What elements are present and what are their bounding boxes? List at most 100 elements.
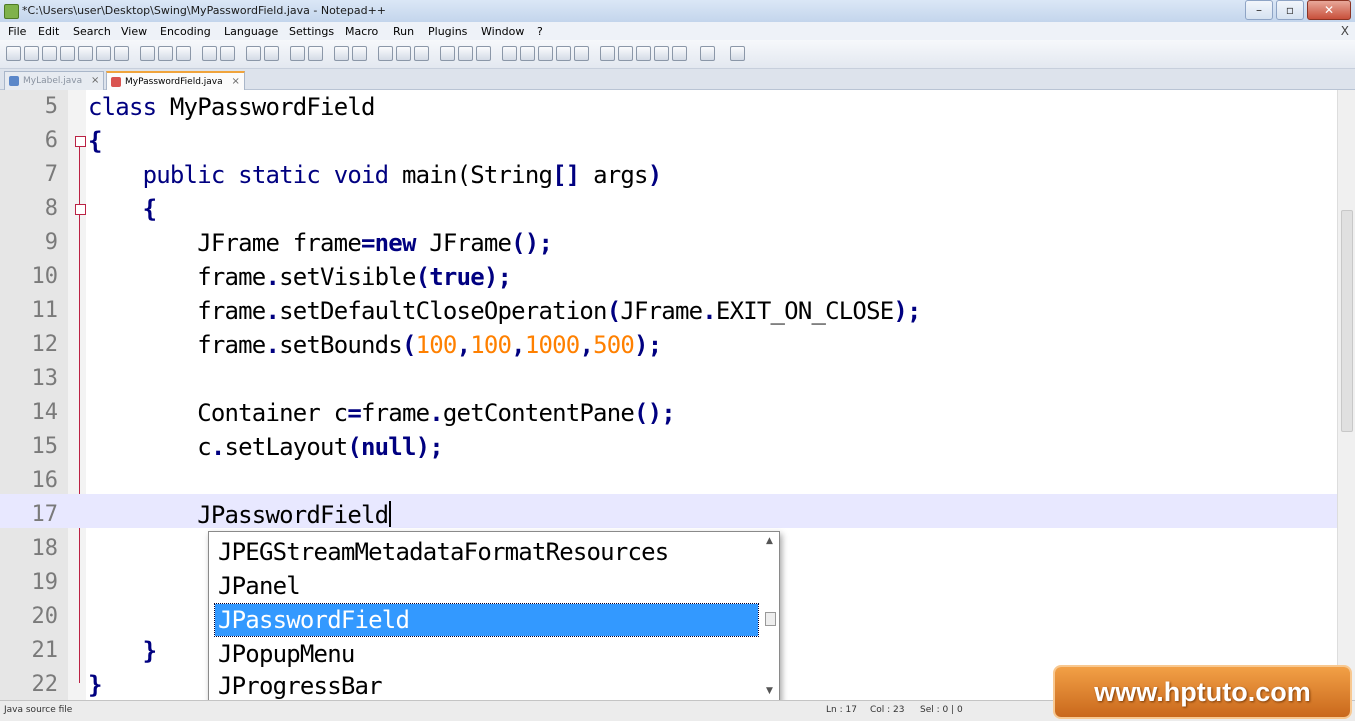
code-line[interactable]: 10 frame.setVisible(true); <box>0 260 1338 294</box>
menu-macro[interactable]: Macro <box>345 25 378 38</box>
sync-vertical-icon[interactable] <box>334 46 349 61</box>
run-icon[interactable] <box>700 46 715 61</box>
stop-icon[interactable] <box>618 46 633 61</box>
copy-icon[interactable] <box>158 46 173 61</box>
code-text: { <box>88 195 157 223</box>
fast-forward-icon[interactable] <box>654 46 669 61</box>
code-line[interactable]: 8 { <box>0 192 1338 226</box>
code-line[interactable]: 15 c.setLayout(null); <box>0 430 1338 464</box>
menu-edit[interactable]: Edit <box>38 25 59 38</box>
save-all-icon[interactable] <box>60 46 75 61</box>
sync-horizontal-icon[interactable] <box>352 46 367 61</box>
user-lang-icon[interactable] <box>440 46 455 61</box>
current-code-line[interactable]: 17 JPasswordField <box>0 494 1338 529</box>
code-text: public static void main(String[] args) <box>142 161 663 189</box>
doc-close-icon[interactable]: X <box>1341 24 1349 38</box>
menu-plugins[interactable]: Plugins <box>428 25 467 38</box>
code-line[interactable]: 9 JFrame frame=new JFrame(); <box>0 226 1338 260</box>
autocomplete-item-selected[interactable]: JPasswordField <box>214 603 759 637</box>
stop-macro-icon[interactable] <box>520 46 535 61</box>
plugin-icon[interactable] <box>730 46 745 61</box>
open-file-icon[interactable] <box>24 46 39 61</box>
play-icon[interactable] <box>636 46 651 61</box>
tab-close-icon[interactable]: × <box>232 73 240 91</box>
menu-file[interactable]: File <box>8 25 26 38</box>
doc-map-icon[interactable] <box>458 46 473 61</box>
rec-icon[interactable] <box>600 46 615 61</box>
code-line[interactable]: 7 public static void main(String[] args) <box>0 158 1338 192</box>
code-line[interactable]: 5 class MyPasswordField <box>0 90 1338 124</box>
code-text: frame.setBounds(100,100,1000,500); <box>88 331 662 359</box>
fold-toggle-icon[interactable] <box>75 136 86 147</box>
scroll-up-icon[interactable]: ▲ <box>766 536 773 546</box>
close-file-icon[interactable] <box>78 46 93 61</box>
line-number: 17 <box>31 502 59 527</box>
tab-mylabel[interactable]: MyLabel.java × <box>4 71 105 90</box>
close-button[interactable]: ✕ <box>1307 0 1351 20</box>
paste-icon[interactable] <box>176 46 191 61</box>
menu-help[interactable]: ? <box>537 25 543 38</box>
autocomplete-item[interactable]: JProgressBar <box>215 670 758 702</box>
line-number: 8 <box>44 196 58 221</box>
watermark-text: www.hptuto.com <box>1094 677 1311 707</box>
menu-language[interactable]: Language <box>224 25 278 38</box>
file-type-label: Java source file <box>4 705 73 715</box>
minimize-button[interactable]: – <box>1245 0 1273 20</box>
maximize-button[interactable]: ▫ <box>1276 0 1304 20</box>
code-text: } <box>88 637 157 665</box>
tab-mypasswordfield[interactable]: MyPasswordField.java × <box>106 71 245 91</box>
zoom-out-icon[interactable] <box>308 46 323 61</box>
code-line[interactable]: 16 <box>0 464 1338 498</box>
zoom-in-icon[interactable] <box>290 46 305 61</box>
code-line[interactable]: 14 Container c=frame.getContentPane(); <box>0 396 1338 430</box>
function-list-icon[interactable] <box>476 46 491 61</box>
line-number: 18 <box>31 536 59 561</box>
redo-icon[interactable] <box>220 46 235 61</box>
menu-run[interactable]: Run <box>393 25 414 38</box>
file-saved-icon <box>9 76 19 86</box>
replace-icon[interactable] <box>264 46 279 61</box>
close-all-icon[interactable] <box>96 46 111 61</box>
scroll-thumb[interactable] <box>1341 210 1353 432</box>
line-number: 9 <box>44 230 58 255</box>
play-multiple-icon[interactable] <box>556 46 571 61</box>
line-number: 7 <box>44 162 58 187</box>
word-wrap-icon[interactable] <box>378 46 393 61</box>
undo-icon[interactable] <box>202 46 217 61</box>
save-icon[interactable] <box>42 46 57 61</box>
record-macro-icon[interactable] <box>502 46 517 61</box>
fold-toggle-icon[interactable] <box>75 204 86 215</box>
line-number: 10 <box>31 264 59 289</box>
code-line[interactable]: 13 <box>0 362 1338 396</box>
code-line[interactable]: 11 frame.setDefaultCloseOperation(JFrame… <box>0 294 1338 328</box>
autocomplete-item[interactable]: JPopupMenu <box>215 638 758 670</box>
vertical-scrollbar[interactable] <box>1337 90 1355 700</box>
menu-settings[interactable]: Settings <box>289 25 334 38</box>
autocomplete-item[interactable]: JPEGStreamMetadataFormatResources <box>215 536 758 568</box>
show-all-chars-icon[interactable] <box>396 46 411 61</box>
macro-save-icon[interactable] <box>672 46 687 61</box>
menu-search[interactable]: Search <box>73 25 111 38</box>
autocomplete-scrollbar[interactable]: ▲ ▼ <box>763 536 777 696</box>
keyword-class: class <box>88 93 157 121</box>
toolbar <box>0 40 1355 69</box>
indent-guide-icon[interactable] <box>414 46 429 61</box>
print-icon[interactable] <box>114 46 129 61</box>
new-file-icon[interactable] <box>6 46 21 61</box>
line-position: Ln : 17 <box>826 705 857 715</box>
find-icon[interactable] <box>246 46 261 61</box>
code-text: frame.setDefaultCloseOperation(JFrame.EX… <box>88 297 921 325</box>
play-macro-icon[interactable] <box>538 46 553 61</box>
menu-encoding[interactable]: Encoding <box>160 25 211 38</box>
autocomplete-item[interactable]: JPanel <box>215 570 758 602</box>
code-line[interactable]: 6 { <box>0 124 1338 158</box>
menu-window[interactable]: Window <box>481 25 524 38</box>
autocomplete-popup[interactable]: JPEGStreamMetadataFormatResources JPanel… <box>208 531 780 703</box>
save-macro-icon[interactable] <box>574 46 589 61</box>
menu-view[interactable]: View <box>121 25 147 38</box>
scroll-thumb[interactable] <box>765 612 776 626</box>
code-line[interactable]: 12 frame.setBounds(100,100,1000,500); <box>0 328 1338 362</box>
tab-close-icon[interactable]: × <box>91 72 99 90</box>
cut-icon[interactable] <box>140 46 155 61</box>
scroll-down-icon[interactable]: ▼ <box>766 686 773 696</box>
